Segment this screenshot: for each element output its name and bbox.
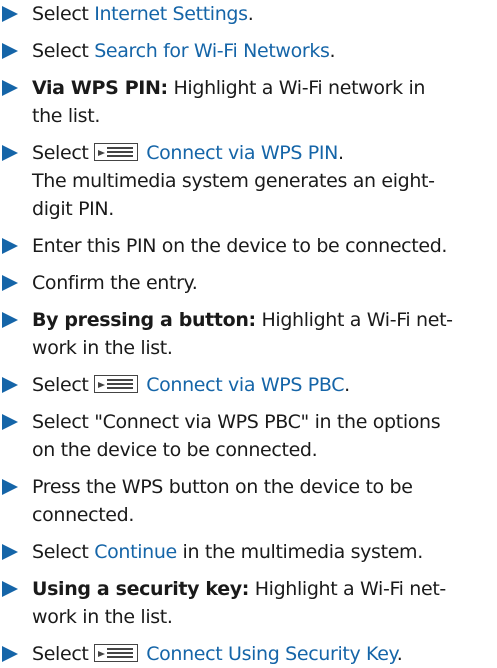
- step-text-continuation: the list.: [32, 105, 101, 127]
- step-text-segment: .: [247, 3, 254, 25]
- step-text-segment: Select: [32, 541, 95, 563]
- step-arrow-icon: [2, 275, 18, 291]
- menu-item-link: Internet Settings: [94, 3, 248, 25]
- step-arrow-icon: [2, 414, 18, 430]
- step-text-segment: .: [329, 40, 336, 62]
- step-text-segment: Highlight a Wi-Fi net-: [249, 578, 447, 600]
- step-text-segment: Highlight a Wi-Fi network in: [167, 77, 426, 99]
- step-heading: Using a security key:: [32, 578, 250, 600]
- step-arrow-icon: [2, 80, 18, 96]
- step-text: By pressing a button: Highlight a Wi-Fi …: [32, 306, 453, 334]
- options-menu-icon: [94, 143, 139, 161]
- step-text-segment: .: [396, 643, 403, 665]
- step-text-continuation: work in the list.: [32, 606, 173, 628]
- menu-item-link: Search for Wi-Fi Networks: [94, 40, 330, 62]
- step-arrow-icon: [2, 6, 18, 22]
- step-text: Via WPS PIN: Highlight a Wi-Fi network i…: [32, 74, 425, 102]
- step-text: Confirm the entry.: [32, 269, 198, 297]
- step-text: Select "Connect via WPS PBC" in the opti…: [32, 408, 441, 436]
- step-arrow-icon: [2, 238, 18, 254]
- step-text: Enter this PIN on the device to be conne…: [32, 232, 447, 260]
- step-text: Press the WPS button on the device to be: [32, 473, 413, 501]
- step-arrow-icon: [2, 312, 18, 328]
- step-text: Select Continue in the multimedia system…: [32, 538, 423, 566]
- step-text: Select Connect via WPS PIN.: [32, 139, 344, 167]
- step-arrow-icon: [2, 145, 18, 161]
- menu-item-link: Connect Using Security Key: [146, 643, 397, 665]
- step-text-segment: .: [344, 374, 350, 396]
- step-heading: By pressing a button:: [32, 309, 256, 331]
- step-arrow-icon: [2, 43, 18, 59]
- step-text-segment: Select: [32, 40, 95, 62]
- step-text-continuation: on the device to be connected.: [32, 439, 318, 461]
- step-text-segment: Enter this PIN on the device to be conne…: [32, 235, 448, 257]
- step-text-segment: Select: [32, 643, 95, 665]
- step-text-continuation: The multimedia system generates an eight…: [32, 170, 435, 192]
- step-text-segment: in the multimedia system.: [176, 541, 424, 563]
- step-text-segment: Select: [32, 142, 95, 164]
- step-arrow-icon: [2, 544, 18, 560]
- menu-item-link: Continue: [94, 541, 177, 563]
- step-text: Select Connect via WPS PBC.: [32, 371, 350, 399]
- step-arrow-icon: [2, 479, 18, 495]
- step-arrow-icon: [2, 377, 18, 393]
- menu-item-link: Connect via WPS PIN: [146, 142, 338, 164]
- step-text-continuation: connected.: [32, 504, 135, 526]
- step-text: Select Connect Using Security Key.: [32, 640, 403, 668]
- step-arrow-icon: [2, 646, 18, 662]
- step-heading: Via WPS PIN:: [32, 77, 168, 99]
- step-text-segment: Select: [32, 374, 95, 396]
- step-text: Select Internet Settings.: [32, 0, 254, 28]
- step-text: Select Search for Wi-Fi Networks.: [32, 37, 336, 65]
- step-text-segment: Press the WPS button on the device to be: [32, 476, 413, 498]
- step-text-segment: Select "Connect via WPS PBC" in the opti…: [32, 411, 441, 433]
- menu-item-link: Connect via WPS PBC: [146, 374, 345, 396]
- step-text: Using a security key: Highlight a Wi-Fi …: [32, 575, 446, 603]
- options-menu-icon: [94, 375, 139, 393]
- step-text-continuation: digit PIN.: [32, 198, 114, 220]
- step-text-continuation: work in the list.: [32, 337, 173, 359]
- step-text-segment: .: [338, 142, 344, 164]
- step-text-segment: Confirm the entry.: [32, 272, 198, 294]
- step-text-segment: Select: [32, 3, 95, 25]
- options-menu-icon: [94, 644, 139, 662]
- step-text-segment: Highlight a Wi-Fi net-: [255, 309, 453, 331]
- step-arrow-icon: [2, 581, 18, 597]
